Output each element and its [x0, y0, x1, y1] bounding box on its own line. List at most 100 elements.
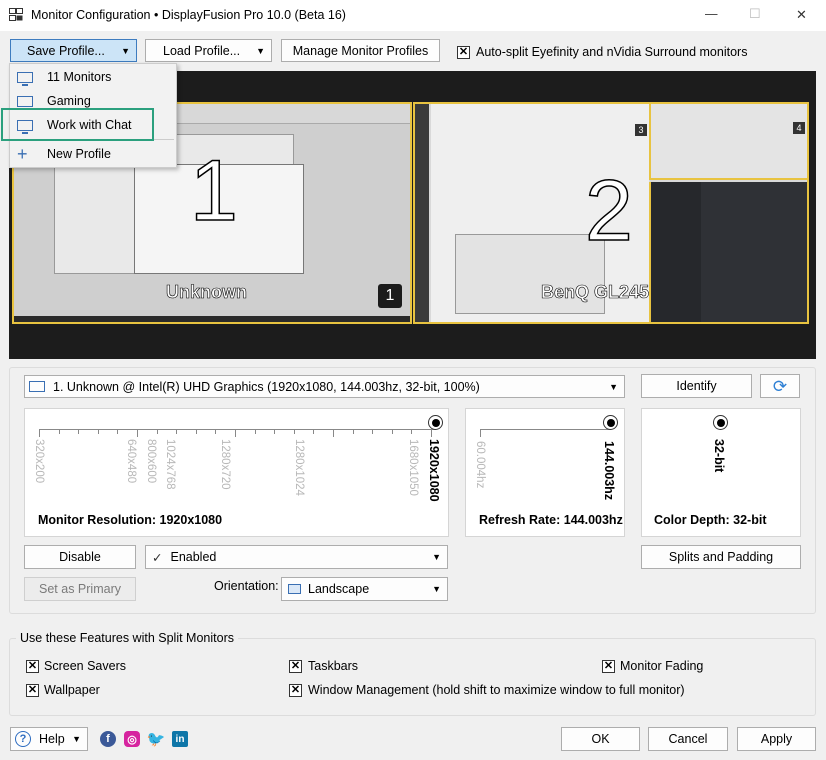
- resolution-tick: [176, 429, 178, 434]
- window-management-checkbox[interactable]: ✕: [289, 684, 302, 697]
- color-depth-selected-label: 32-bit: [712, 439, 726, 473]
- resolution-tick: [58, 429, 60, 434]
- twitter-icon[interactable]: 🐦: [147, 731, 166, 748]
- plus-icon: +: [17, 144, 28, 164]
- monitor-1-taskbar: [14, 316, 410, 322]
- refresh-button[interactable]: ⟳: [760, 374, 800, 398]
- load-profile-button[interactable]: Load Profile... ▼: [145, 39, 272, 62]
- resolution-tick: [195, 429, 197, 434]
- res-tick-1680x1050: 1680x1050: [407, 439, 419, 496]
- res-tick-320x200: 320x200: [33, 439, 45, 484]
- chevron-down-icon: ▼: [256, 46, 265, 56]
- landscape-icon: [288, 584, 301, 594]
- set-primary-button[interactable]: Set as Primary: [24, 577, 136, 601]
- taskbars-checkbox[interactable]: ✕: [289, 660, 302, 673]
- chevron-down-icon: ▼: [72, 734, 81, 744]
- res-tick-1920x1080: 1920x1080: [427, 439, 441, 502]
- check-icon: ✓: [152, 550, 163, 565]
- title-bar: Monitor Configuration • DisplayFusion Pr…: [0, 0, 826, 31]
- res-tick-1280x720: 1280x720: [219, 439, 231, 490]
- screen-savers-checkbox[interactable]: ✕: [26, 660, 39, 673]
- wallpaper-label: Wallpaper: [44, 683, 100, 697]
- monitor-1-number: 1: [189, 143, 238, 239]
- load-profile-label: Load Profile...: [163, 43, 241, 58]
- res-tick-1280x1024: 1280x1024: [293, 439, 305, 496]
- resolution-tick: [235, 429, 236, 437]
- monitor-select[interactable]: 1. Unknown @ Intel(R) UHD Graphics (1920…: [24, 375, 625, 398]
- save-profile-button[interactable]: Save Profile... ▼: [10, 39, 137, 62]
- resolution-tick: [156, 429, 158, 434]
- apply-button[interactable]: Apply: [737, 727, 816, 751]
- resolution-tick: [411, 429, 413, 434]
- resolution-tick: [215, 429, 217, 434]
- splits-padding-button[interactable]: Splits and Padding: [641, 545, 801, 569]
- screen-savers-label: Screen Savers: [44, 659, 126, 673]
- color-depth-panel: 32-bit Color Depth: 32-bit: [641, 408, 801, 537]
- monitor-icon: [17, 95, 33, 110]
- monitor-2-badge-3: 3: [635, 124, 647, 136]
- refresh-track: [480, 429, 610, 430]
- chevron-down-icon: ▼: [432, 552, 441, 562]
- identify-button[interactable]: Identify: [641, 374, 752, 398]
- refresh-tick: [480, 429, 481, 437]
- close-button[interactable]: ✕: [796, 7, 807, 23]
- res-tick-1024x768: 1024x768: [164, 439, 176, 490]
- monitor-2-sidebar: [415, 104, 429, 322]
- refresh-selected-label: 144.003hz: [602, 441, 616, 501]
- resolution-tick: [78, 429, 80, 434]
- monitor-select-value: 1. Unknown @ Intel(R) UHD Graphics (1920…: [53, 379, 480, 394]
- window-title: Monitor Configuration • DisplayFusion Pr…: [31, 8, 346, 22]
- help-label: Help: [39, 732, 65, 746]
- monitor-2-tile[interactable]: 3 2 BenQ GL2450H 4: [413, 102, 809, 324]
- wallpaper-checkbox[interactable]: ✕: [26, 684, 39, 697]
- monitor-2-split-badge: 4: [793, 122, 805, 134]
- menu-item-11-monitors[interactable]: 11 Monitors: [11, 65, 186, 89]
- monitor-2-chat-list: [651, 182, 701, 322]
- color-depth-slider-knob[interactable]: [713, 415, 728, 430]
- chevron-down-icon: ▼: [432, 584, 441, 594]
- monitor-fading-checkbox[interactable]: ✕: [602, 660, 615, 673]
- ok-button[interactable]: OK: [561, 727, 640, 751]
- features-title: Use these Features with Split Monitors: [16, 631, 238, 645]
- orientation-value: Landscape: [308, 582, 370, 596]
- minimize-button[interactable]: —: [705, 7, 718, 21]
- save-profile-label: Save Profile...: [27, 43, 105, 58]
- res-tick-800x600: 800x600: [145, 439, 157, 484]
- res-tick-640x480: 640x480: [125, 439, 137, 484]
- monitor-fading-label: Monitor Fading: [620, 659, 704, 673]
- features-group: [9, 638, 816, 716]
- help-button[interactable]: ? Help ▼: [10, 727, 88, 751]
- refresh-min-label: 60.004hz: [474, 441, 486, 489]
- resolution-panel: 320x200 640x480 800x600 1024x768 1280x72…: [24, 408, 449, 537]
- auto-split-checkbox[interactable]: ✕: [457, 46, 470, 59]
- app-icon: [9, 8, 23, 22]
- maximize-button[interactable]: ☐: [749, 6, 761, 22]
- color-depth-label: Color Depth: 32-bit: [654, 513, 767, 527]
- orientation-select[interactable]: Landscape ▼: [281, 577, 448, 601]
- facebook-icon[interactable]: f: [100, 731, 116, 747]
- resolution-tick: [39, 429, 40, 437]
- resolution-tick: [293, 429, 295, 434]
- manage-profiles-button[interactable]: Manage Monitor Profiles: [281, 39, 440, 62]
- menu-item-label: New Profile: [47, 147, 111, 161]
- disable-button[interactable]: Disable: [24, 545, 136, 569]
- resolution-tick: [333, 429, 334, 437]
- enabled-select[interactable]: ✓ Enabled ▼: [145, 545, 448, 569]
- monitor-2-number: 2: [584, 163, 633, 259]
- linkedin-icon[interactable]: in: [172, 731, 188, 747]
- refresh-icon: ⟳: [772, 376, 788, 396]
- resolution-slider-knob[interactable]: [428, 415, 443, 430]
- window-management-label: Window Management (hold shift to maximiz…: [308, 683, 685, 697]
- enabled-value: Enabled: [170, 550, 217, 564]
- menu-item-label: Gaming: [47, 94, 91, 108]
- refresh-rate-panel: 60.004hz 144.003hz Refresh Rate: 144.003…: [465, 408, 625, 537]
- instagram-icon[interactable]: ◎: [124, 731, 140, 747]
- monitor-icon: [17, 71, 33, 86]
- monitor-2-split-top: [649, 104, 807, 180]
- refresh-slider-knob[interactable]: [603, 415, 618, 430]
- cancel-button[interactable]: Cancel: [648, 727, 728, 751]
- menu-item-label: 11 Monitors: [47, 70, 112, 84]
- resolution-tick: [352, 429, 354, 434]
- resolution-tick: [313, 429, 315, 434]
- menu-item-new-profile[interactable]: + New Profile: [11, 142, 186, 166]
